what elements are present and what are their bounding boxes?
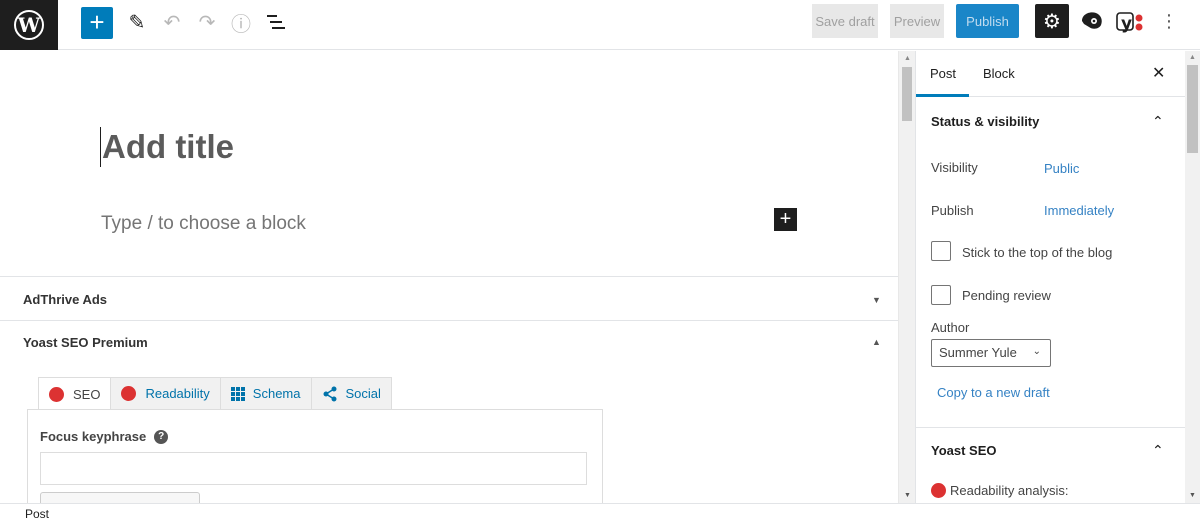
block-breadcrumb-footer: Post <box>0 503 1200 518</box>
publish-button[interactable]: Publish <box>956 4 1019 38</box>
scrollbar-thumb[interactable] <box>902 67 912 121</box>
post-title-input[interactable]: Add title <box>100 127 234 167</box>
yoast-seo-panel-title[interactable]: Yoast SEO <box>931 443 997 458</box>
yoast-secondary-button[interactable] <box>40 492 200 503</box>
author-label: Author <box>931 320 970 335</box>
active-tab-indicator <box>916 94 969 97</box>
editor-scrollbar[interactable]: ▲ ▼ <box>898 51 915 503</box>
editor-canvas: Add title Type / to choose a block + AdT… <box>0 51 898 503</box>
undo-icon[interactable]: ↶ <box>160 10 184 34</box>
settings-sidebar: Post Block ✕ Status & visibility ⌃ Visib… <box>915 51 1185 503</box>
divider <box>916 427 1185 428</box>
readability-score-dot-icon <box>931 483 946 498</box>
scroll-down-arrow-icon[interactable]: ▼ <box>1189 492 1196 499</box>
scrollbar-thumb[interactable] <box>1187 65 1198 153</box>
share-icon <box>323 386 336 401</box>
yoast-seo-icon[interactable]: y <box>1116 9 1146 35</box>
metabox-adthrive-title[interactable]: AdThrive Ads <box>23 292 107 307</box>
readability-label: Readability analysis: <box>950 483 1069 498</box>
publish-label: Publish <box>931 203 974 218</box>
author-value: Summer Yule <box>939 345 1017 360</box>
tab-label: Readability <box>145 386 210 401</box>
yoast-seo-panel: Focus keyphrase ? <box>27 409 603 503</box>
focus-keyphrase-label: Focus keyphrase ? <box>40 429 169 444</box>
scroll-up-arrow-icon[interactable]: ▲ <box>904 55 911 62</box>
info-icon[interactable]: ⓘ <box>229 10 253 36</box>
pending-review-checkbox[interactable] <box>931 285 951 305</box>
sticky-checkbox[interactable] <box>931 241 951 261</box>
expand-toggle-icon[interactable]: ▲ <box>872 337 881 347</box>
publish-date-toggle[interactable]: Immediately <box>1044 203 1114 218</box>
more-options-icon[interactable]: ⋮ <box>1160 9 1178 33</box>
close-icon[interactable]: ✕ <box>1152 63 1165 83</box>
svg-text:y: y <box>1121 14 1132 34</box>
divider <box>0 276 898 277</box>
tab-label: Social <box>345 386 381 401</box>
sidebar-scrollbar[interactable]: ▲ ▼ <box>1185 51 1200 503</box>
scroll-up-arrow-icon[interactable]: ▲ <box>1189 54 1196 61</box>
block-appender-placeholder[interactable]: Type / to choose a block <box>101 213 306 235</box>
pending-review-label[interactable]: Pending review <box>962 288 1051 303</box>
yoast-tabs: SEO Readability Schema Social <box>38 377 392 410</box>
yoast-tab-readability[interactable]: Readability <box>110 377 221 409</box>
chevron-down-icon: ⌄ <box>1032 346 1041 357</box>
editor-header: W + ✎ ↶ ↷ ⓘ Save draft Preview Publish ⚙… <box>0 0 1200 50</box>
visibility-toggle[interactable]: Public <box>1044 161 1079 176</box>
save-draft-button[interactable]: Save draft <box>812 4 878 38</box>
copy-to-new-draft-link[interactable]: Copy to a new draft <box>937 385 1050 400</box>
collapse-toggle-icon[interactable]: ▼ <box>872 295 881 305</box>
plugin-chameleon-icon[interactable] <box>1080 9 1104 33</box>
gear-icon: ⚙ <box>1043 10 1061 33</box>
yoast-tab-schema[interactable]: Schema <box>219 377 312 409</box>
add-block-button[interactable]: + <box>81 7 113 39</box>
tab-label: SEO <box>73 386 101 402</box>
breadcrumb-post[interactable]: Post <box>25 507 49 518</box>
wordpress-logo-icon: W <box>14 10 44 40</box>
redo-icon[interactable]: ↷ <box>195 10 219 34</box>
preview-button[interactable]: Preview <box>890 4 944 38</box>
chevron-up-icon[interactable]: ⌃ <box>1152 113 1164 130</box>
yoast-tab-social[interactable]: Social <box>310 377 392 409</box>
sidebar-tabs: Post Block ✕ <box>916 51 1185 97</box>
scroll-down-arrow-icon[interactable]: ▼ <box>904 492 911 499</box>
status-visibility-title[interactable]: Status & visibility <box>931 114 1039 129</box>
help-icon[interactable]: ? <box>154 429 169 444</box>
focus-keyphrase-input[interactable] <box>40 452 587 485</box>
visibility-label: Visibility <box>931 160 978 175</box>
sticky-label[interactable]: Stick to the top of the blog <box>962 245 1112 260</box>
chevron-up-icon[interactable]: ⌃ <box>1152 442 1164 459</box>
label-text: Focus keyphrase <box>40 429 147 444</box>
grid-icon <box>230 386 245 401</box>
readability-score-dot-icon <box>121 386 137 401</box>
metabox-yoast-title[interactable]: Yoast SEO Premium <box>23 335 148 350</box>
author-select[interactable]: Summer Yule ⌄ <box>931 339 1051 367</box>
settings-button[interactable]: ⚙ <box>1035 4 1069 38</box>
divider <box>0 320 898 321</box>
tab-post[interactable]: Post <box>930 66 956 81</box>
list-view-icon <box>267 15 285 29</box>
inline-add-block-button[interactable]: + <box>774 208 797 231</box>
tab-block[interactable]: Block <box>983 66 1015 81</box>
wordpress-logo-button[interactable]: W <box>0 0 58 50</box>
readability-analysis-row[interactable]: Readability analysis: <box>931 483 1069 498</box>
outline-list-icon[interactable] <box>264 10 288 34</box>
seo-score-dot-icon <box>49 386 64 402</box>
tools-pencil-icon[interactable]: ✎ <box>125 10 149 34</box>
tab-label: Schema <box>252 386 301 401</box>
yoast-tab-seo[interactable]: SEO <box>38 377 112 410</box>
